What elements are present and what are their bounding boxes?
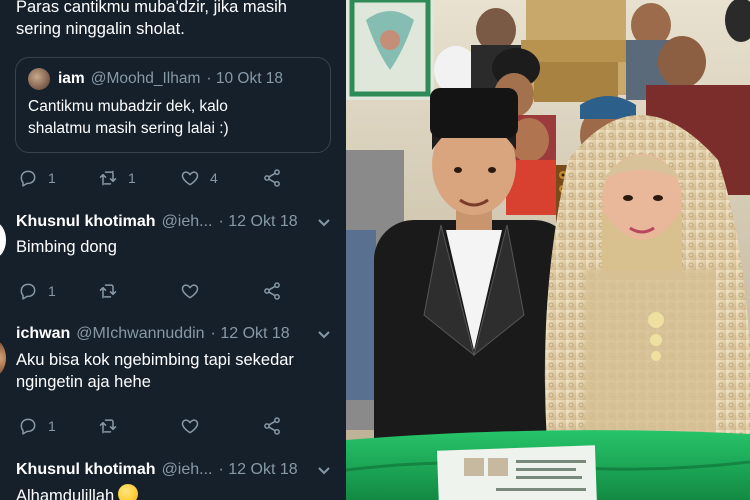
- like-count: 4: [210, 170, 218, 186]
- reply-author-name[interactable]: Khusnul khotimah: [16, 461, 156, 479]
- tweet-menu-button[interactable]: [316, 214, 332, 230]
- tweet-actions: 1 1 4: [18, 166, 318, 190]
- quoted-text-line: Cantikmu mubadzir dek, kalo: [28, 98, 228, 115]
- reply-date[interactable]: · 12 Okt 18: [219, 213, 298, 231]
- retweet-count: 1: [128, 170, 136, 186]
- reply-icon: [20, 418, 36, 435]
- avatar[interactable]: [0, 340, 6, 376]
- share-button[interactable]: [262, 414, 282, 438]
- reply-count: 1: [48, 170, 56, 186]
- reply-count: 1: [48, 283, 56, 299]
- tweet-menu-button[interactable]: [316, 326, 332, 342]
- tweet-menu-button[interactable]: [316, 462, 332, 478]
- reply-button[interactable]: 1: [18, 279, 56, 303]
- reply-author-handle[interactable]: @MIchwannuddin: [76, 325, 204, 343]
- reply-author-handle[interactable]: @ieh...: [162, 461, 213, 479]
- reply-text-line: Aku bisa kok ngebimbing tapi sekedar: [16, 351, 294, 369]
- reply-text-line: ngingetin aja hehe: [16, 373, 151, 391]
- retweet-button[interactable]: 1: [98, 166, 136, 190]
- quoted-tweet-date: · 10 Okt 18: [206, 70, 284, 87]
- share-button[interactable]: [262, 166, 282, 190]
- retweet-icon: [99, 170, 117, 186]
- quoted-author-name: iam: [58, 70, 85, 87]
- reply-icon: [20, 283, 36, 300]
- reply-button[interactable]: 1: [18, 414, 56, 438]
- quoted-author-handle: @Moohd_Ilham: [90, 70, 201, 87]
- wedding-photo: [346, 0, 750, 500]
- reply-button[interactable]: 1: [18, 166, 56, 190]
- reply-text-content: Alhamdulillah: [16, 487, 115, 500]
- share-icon: [264, 417, 280, 435]
- reply-header: ichwan @MIchwannuddin · 12 Okt 18: [16, 323, 336, 345]
- retweet-button[interactable]: [98, 414, 118, 438]
- like-button[interactable]: [180, 279, 200, 303]
- avatar[interactable]: [0, 222, 6, 258]
- chevron-down-icon: [318, 219, 330, 227]
- smile-emoji-icon: [118, 484, 139, 500]
- avatar: [28, 68, 50, 90]
- like-button[interactable]: [180, 414, 200, 438]
- quoted-tweet-text: Cantikmu mubadzir dek, kalo shalatmu mas…: [28, 96, 229, 140]
- chevron-down-icon: [318, 331, 330, 339]
- quoted-text-line: shalatmu masih sering lalai :): [28, 120, 229, 137]
- photo-illustration: [346, 0, 750, 500]
- heart-icon: [181, 171, 199, 186]
- reply-header: Khusnul khotimah @ieh... · 12 Okt 18: [16, 459, 336, 481]
- quoted-tweet[interactable]: iam @Moohd_Ilham · 10 Okt 18 Cantikmu mu…: [15, 57, 331, 153]
- retweet-button[interactable]: [98, 279, 118, 303]
- reply-icon: [20, 170, 36, 187]
- heart-icon: [181, 419, 199, 434]
- reply-author-handle[interactable]: @ieh...: [162, 213, 213, 231]
- reply-author-name[interactable]: Khusnul khotimah: [16, 213, 156, 231]
- tweet-thread: Paras cantikmu muba'dzir, jika masih ser…: [0, 0, 346, 500]
- tweet-actions: 1: [18, 279, 318, 303]
- reply-author-name[interactable]: ichwan: [16, 325, 70, 343]
- share-button[interactable]: [262, 279, 282, 303]
- reply-header: Khusnul khotimah @ieh... · 12 Okt 18: [16, 211, 336, 233]
- quoted-tweet-header: iam @Moohd_Ilham · 10 Okt 18: [28, 68, 283, 90]
- share-icon: [264, 282, 280, 300]
- tweet-actions: 1: [18, 414, 318, 438]
- retweet-icon: [99, 284, 117, 299]
- chevron-down-icon: [318, 467, 330, 475]
- reply-date[interactable]: · 12 Okt 18: [219, 461, 298, 479]
- share-icon: [264, 169, 280, 187]
- reply-date[interactable]: · 12 Okt 18: [211, 325, 290, 343]
- heart-icon: [181, 284, 199, 299]
- tweet-text-line: sering ninggalin sholat.: [16, 20, 185, 38]
- reply-text: Alhamdulillah: [16, 484, 139, 500]
- like-button[interactable]: 4: [180, 166, 218, 190]
- retweet-icon: [99, 419, 117, 434]
- tweet-text-line: Paras cantikmu muba'dzir, jika masih: [16, 0, 287, 16]
- reply-count: 1: [48, 418, 56, 434]
- reply-text: Bimbing dong: [16, 238, 117, 256]
